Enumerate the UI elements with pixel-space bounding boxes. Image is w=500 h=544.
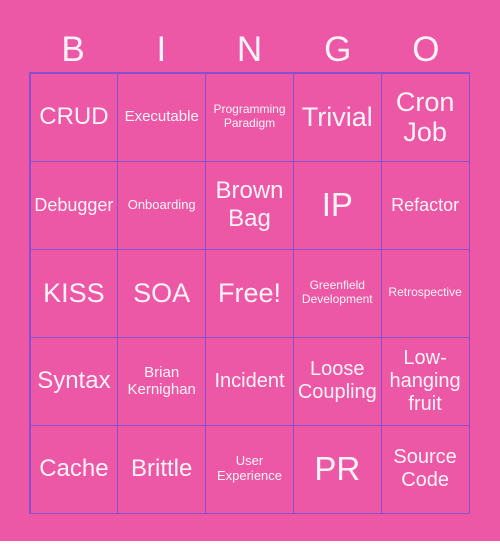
bingo-cell[interactable]: Retrospective	[380, 248, 470, 338]
bingo-cell[interactable]: KISS	[29, 248, 119, 338]
bingo-header: B I N G O	[29, 28, 470, 72]
bingo-cell[interactable]: Brian Kernighan	[117, 336, 207, 426]
bingo-card: B I N G O CRUD Executable Programming Pa…	[0, 0, 500, 541]
free-space-cell[interactable]: Free!	[205, 248, 294, 338]
header-letter-i: I	[156, 30, 167, 69]
bingo-cell[interactable]: Cache	[29, 424, 119, 514]
bingo-cell[interactable]: Low-hanging fruit	[380, 336, 470, 426]
bingo-cell[interactable]: PR	[292, 424, 382, 514]
bingo-cell[interactable]: Incident	[205, 336, 294, 426]
bingo-cell[interactable]: Greenfield Development	[292, 248, 382, 338]
bingo-cell[interactable]: Debugger	[29, 160, 119, 250]
header-letter-n: N	[236, 30, 263, 69]
bingo-cell[interactable]: SOA	[117, 248, 207, 338]
bingo-grid: CRUD Executable Programming Paradigm Tri…	[29, 72, 470, 514]
header-letter-o: O	[412, 30, 440, 69]
bingo-cell[interactable]: Brittle	[117, 424, 207, 514]
bingo-cell[interactable]: Trivial	[292, 72, 382, 162]
header-letter-g: G	[324, 30, 352, 69]
bingo-cell[interactable]: User Experience	[205, 424, 294, 514]
bingo-cell[interactable]: Loose Coupling	[292, 336, 382, 426]
bingo-cell[interactable]: Onboarding	[117, 160, 207, 250]
bingo-cell[interactable]: Syntax	[29, 336, 119, 426]
bingo-cell[interactable]: Cron Job	[380, 72, 470, 162]
bingo-cell[interactable]: Refactor	[380, 160, 470, 250]
bingo-cell[interactable]: Source Code	[380, 424, 470, 514]
bingo-cell[interactable]: CRUD	[29, 72, 119, 162]
bingo-cell[interactable]: Brown Bag	[205, 160, 294, 250]
header-letter-b: B	[61, 30, 85, 69]
bingo-cell[interactable]: Executable	[117, 72, 207, 162]
bingo-cell[interactable]: Programming Paradigm	[205, 72, 294, 162]
bingo-cell[interactable]: IP	[292, 160, 382, 250]
